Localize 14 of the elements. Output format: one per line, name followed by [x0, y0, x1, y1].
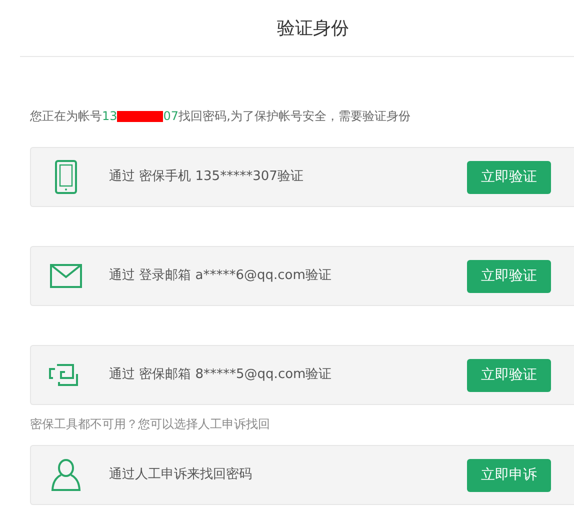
verify-button[interactable]: 立即验证: [467, 160, 551, 194]
verify-button[interactable]: 立即验证: [467, 358, 551, 392]
option-text: 通过 密保邮箱 8*****5@qq.com验证: [109, 366, 333, 384]
page-title: 验证身份: [277, 16, 349, 40]
option-text: 通过 密保手机 135*****307验证: [109, 168, 304, 186]
verify-button[interactable]: 立即验证: [467, 260, 551, 292]
verify-button[interactable]: 立即申诉: [467, 458, 551, 492]
appeal-note: 密保工具都不可用？您可以选择人工申诉找回: [30, 416, 271, 433]
option-text: 通过 登录邮箱 a*****6@qq.com验证: [109, 267, 332, 286]
phone-icon: [55, 160, 77, 194]
option-text: 通过人工申诉来找回密码: [109, 466, 253, 484]
envelope-icon: [50, 264, 82, 288]
user-icon: [51, 459, 81, 491]
intro-text: 您正在为帐号13 07找回密码,为了保护帐号安全，需要验证身份: [30, 108, 412, 125]
